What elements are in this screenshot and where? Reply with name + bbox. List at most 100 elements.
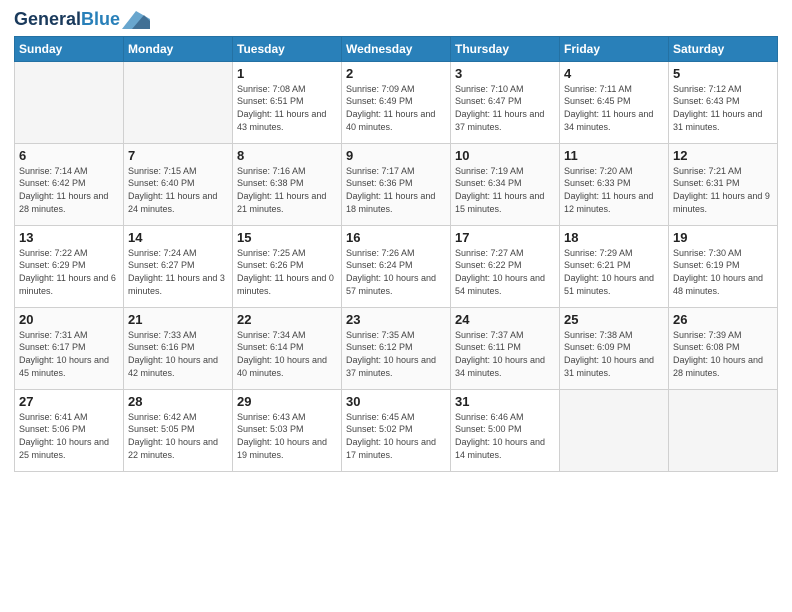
header: GeneralBlue — [14, 10, 778, 30]
day-info: Sunrise: 6:45 AMSunset: 5:02 PMDaylight:… — [346, 411, 446, 461]
day-info: Sunrise: 7:20 AMSunset: 6:33 PMDaylight:… — [564, 165, 664, 215]
calendar-cell: 26 Sunrise: 7:39 AMSunset: 6:08 PMDayligh… — [669, 307, 778, 389]
calendar-cell: 22Sunrise: 7:34 AMSunset: 6:14 PMDayligh… — [233, 307, 342, 389]
calendar-cell — [669, 389, 778, 471]
calendar-cell: 27 Sunrise: 6:41 AMSunset: 5:06 PMDayligh… — [15, 389, 124, 471]
logo: GeneralBlue — [14, 10, 150, 30]
day-number: 25 — [564, 312, 664, 327]
day-info: Sunrise: 7:24 AMSunset: 6:27 PMDaylight:… — [128, 247, 228, 297]
day-number: 17 — [455, 230, 555, 245]
day-number: 20 — [19, 312, 119, 327]
logo-icon — [122, 11, 150, 29]
calendar-week-1: 1 Sunrise: 7:08 AMSunset: 6:51 PMDaylight… — [15, 61, 778, 143]
day-info: Sunrise: 7:39 AMSunset: 6:08 PMDaylight:… — [673, 329, 773, 379]
day-info: Sunrise: 7:22 AMSunset: 6:29 PMDaylight:… — [19, 247, 119, 297]
calendar-cell: 4 Sunrise: 7:11 AMSunset: 6:45 PMDaylight… — [560, 61, 669, 143]
calendar-cell: 10 Sunrise: 7:19 AMSunset: 6:34 PMDayligh… — [451, 143, 560, 225]
weekday-saturday: Saturday — [669, 36, 778, 61]
weekday-tuesday: Tuesday — [233, 36, 342, 61]
calendar-cell: 29 Sunrise: 6:43 AMSunset: 5:03 PMDayligh… — [233, 389, 342, 471]
day-number: 4 — [564, 66, 664, 81]
calendar-cell: 5 Sunrise: 7:12 AMSunset: 6:43 PMDaylight… — [669, 61, 778, 143]
calendar-cell: 14 Sunrise: 7:24 AMSunset: 6:27 PMDayligh… — [124, 225, 233, 307]
calendar-cell: 16 Sunrise: 7:26 AMSunset: 6:24 PMDayligh… — [342, 225, 451, 307]
calendar-cell — [124, 61, 233, 143]
day-number: 16 — [346, 230, 446, 245]
day-info: Sunrise: 7:21 AMSunset: 6:31 PMDaylight:… — [673, 165, 773, 215]
weekday-thursday: Thursday — [451, 36, 560, 61]
day-number: 31 — [455, 394, 555, 409]
day-info: Sunrise: 7:16 AMSunset: 6:38 PMDaylight:… — [237, 165, 337, 215]
day-info: Sunrise: 7:11 AMSunset: 6:45 PMDaylight:… — [564, 83, 664, 133]
calendar-cell: 28Sunrise: 6:42 AMSunset: 5:05 PMDayligh… — [124, 389, 233, 471]
day-info: Sunrise: 7:08 AMSunset: 6:51 PMDaylight:… — [237, 83, 337, 133]
day-number: 14 — [128, 230, 228, 245]
day-number: 18 — [564, 230, 664, 245]
calendar-cell — [15, 61, 124, 143]
logo-text: GeneralBlue — [14, 10, 120, 30]
day-number: 10 — [455, 148, 555, 163]
calendar-cell — [560, 389, 669, 471]
day-info: Sunrise: 7:30 AMSunset: 6:19 PMDaylight:… — [673, 247, 773, 297]
day-number: 13 — [19, 230, 119, 245]
day-info: Sunrise: 7:37 AMSunset: 6:11 PMDaylight:… — [455, 329, 555, 379]
day-info: Sunrise: 7:25 AMSunset: 6:26 PMDaylight:… — [237, 247, 337, 297]
calendar-cell: 13 Sunrise: 7:22 AMSunset: 6:29 PMDayligh… — [15, 225, 124, 307]
calendar-cell: 8 Sunrise: 7:16 AMSunset: 6:38 PMDaylight… — [233, 143, 342, 225]
day-info: Sunrise: 7:09 AMSunset: 6:49 PMDaylight:… — [346, 83, 446, 133]
weekday-friday: Friday — [560, 36, 669, 61]
calendar-cell: 2Sunrise: 7:09 AMSunset: 6:49 PMDaylight… — [342, 61, 451, 143]
calendar-cell: 15 Sunrise: 7:25 AMSunset: 6:26 PMDayligh… — [233, 225, 342, 307]
day-info: Sunrise: 7:17 AMSunset: 6:36 PMDaylight:… — [346, 165, 446, 215]
day-number: 30 — [346, 394, 446, 409]
day-number: 1 — [237, 66, 337, 81]
day-number: 19 — [673, 230, 773, 245]
day-number: 12 — [673, 148, 773, 163]
day-number: 29 — [237, 394, 337, 409]
calendar-cell: 11 Sunrise: 7:20 AMSunset: 6:33 PMDayligh… — [560, 143, 669, 225]
calendar-cell: 9Sunrise: 7:17 AMSunset: 6:36 PMDaylight… — [342, 143, 451, 225]
calendar-cell: 23 Sunrise: 7:35 AMSunset: 6:12 PMDayligh… — [342, 307, 451, 389]
calendar-cell: 3 Sunrise: 7:10 AMSunset: 6:47 PMDaylight… — [451, 61, 560, 143]
weekday-wednesday: Wednesday — [342, 36, 451, 61]
day-info: Sunrise: 7:34 AMSunset: 6:14 PMDaylight:… — [237, 329, 337, 379]
day-info: Sunrise: 7:15 AMSunset: 6:40 PMDaylight:… — [128, 165, 228, 215]
calendar-cell: 30 Sunrise: 6:45 AMSunset: 5:02 PMDayligh… — [342, 389, 451, 471]
calendar-cell: 24 Sunrise: 7:37 AMSunset: 6:11 PMDayligh… — [451, 307, 560, 389]
day-info: Sunrise: 6:42 AMSunset: 5:05 PMDaylight:… — [128, 411, 228, 461]
day-number: 3 — [455, 66, 555, 81]
calendar-cell: 25 Sunrise: 7:38 AMSunset: 6:09 PMDayligh… — [560, 307, 669, 389]
day-info: Sunrise: 6:41 AMSunset: 5:06 PMDaylight:… — [19, 411, 119, 461]
calendar-cell: 12 Sunrise: 7:21 AMSunset: 6:31 PMDayligh… — [669, 143, 778, 225]
day-info: Sunrise: 7:35 AMSunset: 6:12 PMDaylight:… — [346, 329, 446, 379]
calendar-cell: 20 Sunrise: 7:31 AMSunset: 6:17 PMDayligh… — [15, 307, 124, 389]
day-info: Sunrise: 7:12 AMSunset: 6:43 PMDaylight:… — [673, 83, 773, 133]
day-info: Sunrise: 6:43 AMSunset: 5:03 PMDaylight:… — [237, 411, 337, 461]
day-number: 27 — [19, 394, 119, 409]
weekday-header-row: SundayMondayTuesdayWednesdayThursdayFrid… — [15, 36, 778, 61]
day-info: Sunrise: 7:38 AMSunset: 6:09 PMDaylight:… — [564, 329, 664, 379]
day-number: 7 — [128, 148, 228, 163]
calendar-week-2: 6Sunrise: 7:14 AMSunset: 6:42 PMDaylight… — [15, 143, 778, 225]
calendar-week-3: 13 Sunrise: 7:22 AMSunset: 6:29 PMDayligh… — [15, 225, 778, 307]
day-number: 8 — [237, 148, 337, 163]
day-number: 5 — [673, 66, 773, 81]
day-number: 11 — [564, 148, 664, 163]
day-number: 24 — [455, 312, 555, 327]
day-info: Sunrise: 7:26 AMSunset: 6:24 PMDaylight:… — [346, 247, 446, 297]
day-number: 15 — [237, 230, 337, 245]
day-number: 6 — [19, 148, 119, 163]
weekday-sunday: Sunday — [15, 36, 124, 61]
day-info: Sunrise: 7:19 AMSunset: 6:34 PMDaylight:… — [455, 165, 555, 215]
calendar-week-5: 27 Sunrise: 6:41 AMSunset: 5:06 PMDayligh… — [15, 389, 778, 471]
day-info: Sunrise: 7:31 AMSunset: 6:17 PMDaylight:… — [19, 329, 119, 379]
page: GeneralBlue SundayMondayTuesdayWednesday… — [0, 0, 792, 612]
calendar-cell: 17Sunrise: 7:27 AMSunset: 6:22 PMDayligh… — [451, 225, 560, 307]
calendar-week-4: 20 Sunrise: 7:31 AMSunset: 6:17 PMDayligh… — [15, 307, 778, 389]
calendar-cell: 18Sunrise: 7:29 AMSunset: 6:21 PMDayligh… — [560, 225, 669, 307]
day-number: 23 — [346, 312, 446, 327]
day-number: 26 — [673, 312, 773, 327]
day-info: Sunrise: 7:10 AMSunset: 6:47 PMDaylight:… — [455, 83, 555, 133]
calendar-cell: 7 Sunrise: 7:15 AMSunset: 6:40 PMDaylight… — [124, 143, 233, 225]
day-info: Sunrise: 7:33 AMSunset: 6:16 PMDaylight:… — [128, 329, 228, 379]
